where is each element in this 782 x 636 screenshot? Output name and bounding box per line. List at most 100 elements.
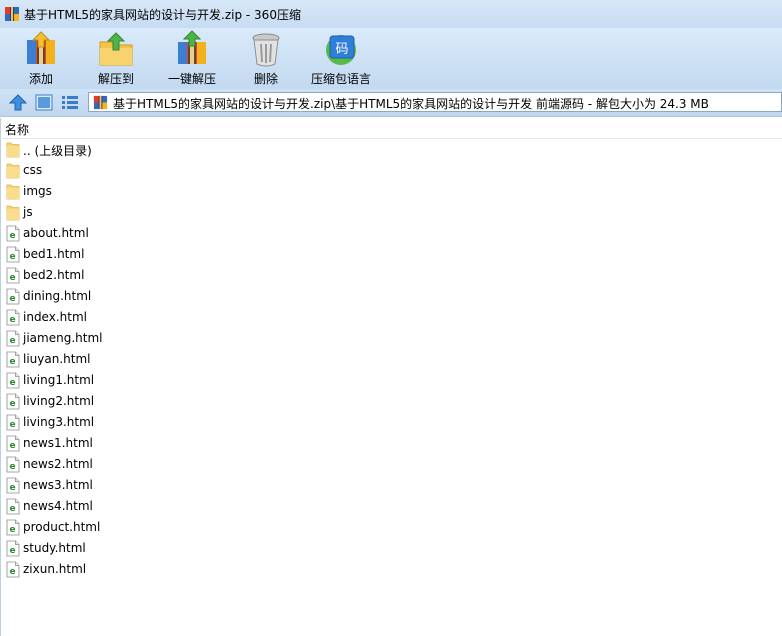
html-file-icon: e [6, 456, 20, 473]
html-file-icon: e [6, 498, 20, 515]
window-title: 基于HTML5的家具网站的设计与开发.zip - 360压缩 [24, 8, 301, 22]
html-file-icon: e [6, 414, 20, 431]
archive-language-icon: 码 [326, 35, 356, 65]
svg-text:e: e [9, 441, 15, 451]
extract-to-icon [99, 32, 133, 66]
svg-text:e: e [9, 504, 15, 514]
folder-icon [6, 183, 20, 200]
svg-text:e: e [9, 252, 15, 262]
html-file-icon: e [6, 435, 20, 452]
svg-text:e: e [9, 294, 15, 304]
file-name: news2.html [23, 457, 93, 471]
html-file-icon: e [6, 393, 20, 410]
file-name: index.html [23, 310, 87, 324]
svg-text:e: e [9, 336, 15, 346]
up-level-icon[interactable] [9, 94, 27, 111]
address-bar[interactable]: 基于HTML5的家具网站的设计与开发.zip\基于HTML5的家具网站的设计与开… [88, 92, 782, 112]
html-file-icon: e [6, 225, 20, 242]
delete-trash-icon [252, 33, 280, 67]
file-name: zixun.html [23, 562, 87, 576]
file-row[interactable]: e study.html [0, 538, 782, 559]
file-row[interactable]: e news4.html [0, 496, 782, 517]
archive-language-button[interactable]: 码 压缩包语言 [308, 30, 374, 86]
file-row[interactable]: e living2.html [0, 391, 782, 412]
html-file-icon: e [6, 246, 20, 263]
svg-text:e: e [9, 399, 15, 409]
file-name: living3.html [23, 415, 95, 429]
html-file-icon: e [6, 267, 20, 284]
folder-row[interactable]: css [0, 160, 782, 181]
folder-icon [6, 204, 20, 221]
file-row[interactable]: e product.html [0, 517, 782, 538]
file-row[interactable]: e bed2.html [0, 265, 782, 286]
delete-button[interactable]: 删除 [246, 30, 286, 86]
delete-label: 删除 [253, 72, 278, 86]
file-name: liuyan.html [23, 352, 91, 366]
add-button[interactable]: 添加 [18, 30, 64, 86]
toolbar: 添加 解压到 一键解压 删除 码 压缩包语言 [0, 28, 782, 89]
file-row[interactable]: e liuyan.html [0, 349, 782, 370]
svg-text:e: e [9, 231, 15, 241]
add-archive-icon [27, 31, 55, 64]
html-file-icon: e [6, 351, 20, 368]
file-name: news3.html [23, 478, 93, 492]
html-file-icon: e [6, 330, 20, 347]
file-name: js [23, 205, 33, 219]
file-name: study.html [23, 541, 86, 555]
address-path: 基于HTML5的家具网站的设计与开发.zip\基于HTML5的家具网站的设计与开… [113, 97, 709, 111]
file-name: bed2.html [23, 268, 85, 282]
extract-to-label: 解压到 [97, 72, 134, 86]
file-name: imgs [23, 184, 52, 198]
file-row[interactable]: e jiameng.html [0, 328, 782, 349]
one-click-extract-button[interactable]: 一键解压 [164, 30, 220, 86]
add-button-label: 添加 [28, 72, 53, 86]
svg-text:e: e [9, 567, 15, 577]
one-click-extract-icon [178, 30, 206, 64]
archive-icon [93, 95, 108, 110]
folder-row[interactable]: imgs [0, 181, 782, 202]
navigation-bar: 基于HTML5的家具网站的设计与开发.zip\基于HTML5的家具网站的设计与开… [0, 89, 782, 117]
file-list: .. (上级目录) css imgs js e about.html e bed1.html e… [0, 139, 782, 580]
html-file-icon: e [6, 309, 20, 326]
thumbnail-view-icon[interactable] [35, 94, 53, 111]
svg-text:e: e [9, 378, 15, 388]
html-file-icon: e [6, 288, 20, 305]
file-row[interactable]: e living3.html [0, 412, 782, 433]
svg-text:e: e [9, 315, 15, 325]
file-name: jiameng.html [23, 331, 103, 345]
file-name: living1.html [23, 373, 95, 387]
svg-text:e: e [9, 273, 15, 283]
svg-text:e: e [9, 525, 15, 535]
file-row[interactable]: e news1.html [0, 433, 782, 454]
file-row[interactable]: e about.html [0, 223, 782, 244]
file-name: product.html [23, 520, 101, 534]
file-name: news4.html [23, 499, 93, 513]
file-name: news1.html [23, 436, 93, 450]
file-name: bed1.html [23, 247, 85, 261]
file-name: css [23, 163, 43, 177]
folder-row[interactable]: .. (上级目录) [0, 139, 782, 160]
file-row[interactable]: e zixun.html [0, 559, 782, 580]
archive-language-label: 压缩包语言 [310, 72, 371, 86]
file-name: .. (上级目录) [23, 144, 92, 158]
folder-row[interactable]: js [0, 202, 782, 223]
html-file-icon: e [6, 561, 20, 578]
extract-to-button[interactable]: 解压到 [92, 30, 140, 86]
file-name: about.html [23, 226, 89, 240]
360zip-app-icon [5, 7, 19, 21]
one-click-extract-label: 一键解压 [167, 72, 216, 86]
html-file-icon: e [6, 540, 20, 557]
column-name-header[interactable]: 名称 [5, 121, 29, 138]
folder-icon [6, 141, 20, 158]
html-file-icon: e [6, 477, 20, 494]
file-name: living2.html [23, 394, 95, 408]
file-row[interactable]: e news3.html [0, 475, 782, 496]
file-row[interactable]: e living1.html [0, 370, 782, 391]
file-row[interactable]: e bed1.html [0, 244, 782, 265]
file-row[interactable]: e dining.html [0, 286, 782, 307]
file-row[interactable]: e index.html [0, 307, 782, 328]
list-view-icon[interactable] [61, 94, 79, 111]
file-row[interactable]: e news2.html [0, 454, 782, 475]
column-header: 名称 [0, 118, 782, 139]
html-file-icon: e [6, 372, 20, 389]
